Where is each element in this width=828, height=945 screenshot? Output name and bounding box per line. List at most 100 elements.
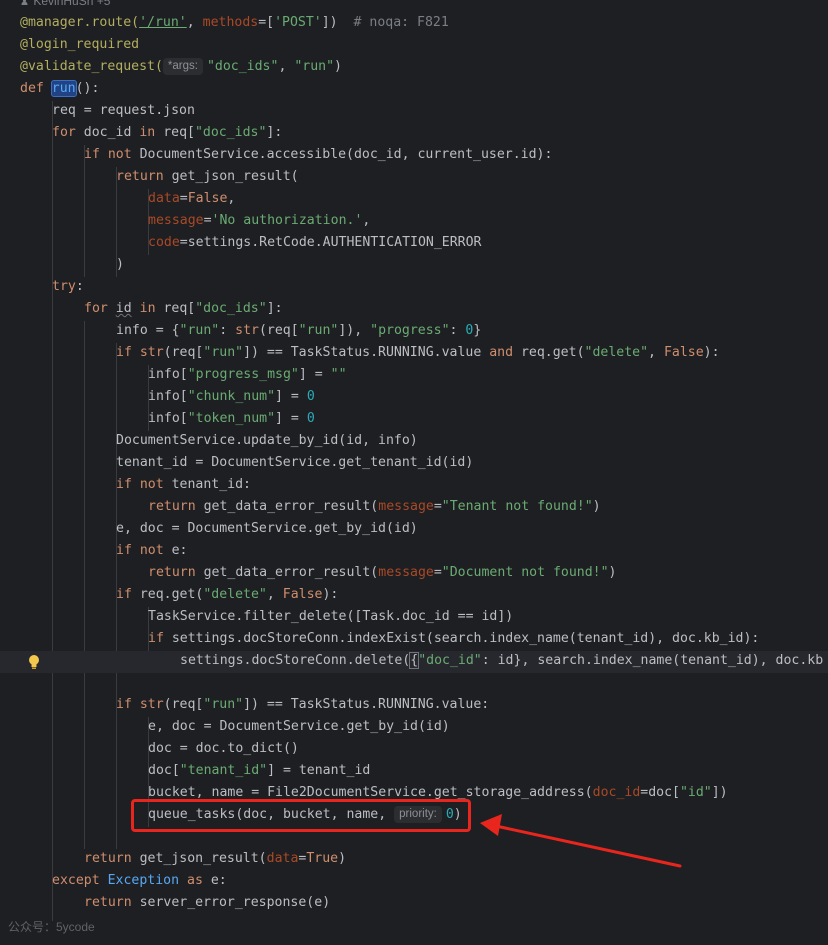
code-token: ]) == TaskStatus.RUNNING.value: <box>243 697 490 712</box>
code-token: (req[ <box>258 323 299 338</box>
code-line[interactable]: info["progress_msg"] = "" <box>148 364 347 386</box>
code-line[interactable]: return get_data_error_result(message="Do… <box>148 562 616 584</box>
code-token: "tenant_id" <box>179 763 268 778</box>
code-line[interactable]: data=False, <box>148 188 235 210</box>
code-token: info = { <box>116 323 180 338</box>
author-hint[interactable]: ♟ KevinHuSh +5 <box>20 0 110 10</box>
code-line[interactable]: e, doc = DocumentService.get_by_id(id) <box>148 716 450 738</box>
code-token: ]) <box>711 785 728 800</box>
code-token: DocumentService.update_by_id(id, info) <box>116 433 418 448</box>
code-line[interactable]: if req.get("delete", False): <box>116 584 338 606</box>
code-line[interactable]: @validate_request(*args: "doc_ids", "run"… <box>20 56 342 78</box>
code-token: settings.docStoreConn.indexExist(search.… <box>163 631 760 646</box>
code-token: 'POST' <box>274 15 322 30</box>
code-line[interactable]: TaskService.filter_delete([Task.doc_id =… <box>148 606 513 628</box>
code-line[interactable]: return get_json_result( <box>116 166 299 188</box>
code-line[interactable]: e, doc = DocumentService.get_by_id(id) <box>116 518 418 540</box>
code-token: : <box>219 323 236 338</box>
code-line[interactable]: if settings.docStoreConn.indexExist(sear… <box>148 628 759 650</box>
code-line[interactable]: for id in req["doc_ids"]: <box>84 298 283 320</box>
code-token: req[ <box>155 301 196 316</box>
code-token: } <box>473 323 482 338</box>
code-token: "doc_ids" <box>195 301 267 316</box>
code-token: message <box>148 213 204 228</box>
code-token: doc_id <box>75 125 140 140</box>
code-token: "Document not found!" <box>441 565 609 580</box>
code-line[interactable]: for doc_id in req["doc_ids"]: <box>52 122 282 144</box>
code-token: info[ <box>148 367 188 382</box>
code-token: "token_num" <box>187 411 276 426</box>
code-token: return <box>116 169 164 184</box>
code-token: server_error_response(e) <box>131 895 331 910</box>
code-token: = <box>433 499 442 514</box>
code-line[interactable]: if str(req["run"]) == TaskStatus.RUNNING… <box>116 342 720 364</box>
code-token: "Tenant not found!" <box>441 499 593 514</box>
code-token: "delete" <box>584 345 649 360</box>
code-token: if not <box>116 477 164 492</box>
code-line[interactable]: return get_data_error_result(message="Te… <box>148 496 601 518</box>
code-token: for <box>52 125 76 140</box>
code-line[interactable]: return server_error_response(e) <box>84 892 330 914</box>
code-line[interactable]: if not tenant_id: <box>116 474 251 496</box>
code-line[interactable]: message='No authorization.', <box>148 210 370 232</box>
code-token: , <box>362 213 371 228</box>
code-token: "doc_id" <box>418 653 482 668</box>
code-line[interactable]: code=settings.RetCode.AUTHENTICATION_ERR… <box>148 232 481 254</box>
code-token: tenant_id: <box>163 477 251 492</box>
code-line[interactable]: doc["tenant_id"] = tenant_id <box>148 760 370 782</box>
code-line[interactable]: DocumentService.update_by_id(id, info) <box>116 430 418 452</box>
code-token: str <box>235 323 259 338</box>
code-line[interactable]: req = request.json <box>52 100 195 122</box>
code-token: Exception <box>107 873 180 888</box>
code-line[interactable]: info["chunk_num"] = 0 <box>148 386 315 408</box>
code-line[interactable]: @login_required <box>20 34 139 56</box>
code-token: "run" <box>294 59 335 74</box>
code-line[interactable]: @manager.route('/run', methods=['POST'])… <box>20 12 449 34</box>
code-token: 'No authorization.' <box>211 213 363 228</box>
code-line[interactable]: tenant_id = DocumentService.get_tenant_i… <box>116 452 473 474</box>
code-line[interactable]: if not e: <box>116 540 187 562</box>
code-token: , <box>278 59 295 74</box>
code-token: as <box>187 873 203 888</box>
red-highlight-box <box>131 799 471 832</box>
code-editor[interactable]: ♟ KevinHuSh +5 @manager.route('/run', me… <box>0 0 828 945</box>
code-line[interactable]: return get_json_result(data=True) <box>84 848 346 870</box>
code-token: if <box>116 345 132 360</box>
code-token: get_data_error_result( <box>195 499 379 514</box>
code-line[interactable]: try: <box>52 276 84 298</box>
code-line[interactable]: if not DocumentService.accessible(doc_id… <box>84 144 552 166</box>
code-token: False <box>663 345 704 360</box>
code-token: ]: <box>266 125 283 140</box>
code-token: , search.index_name(tenant_id), doc.kb <box>521 653 824 668</box>
lightbulb-icon[interactable] <box>26 653 42 671</box>
code-token: data <box>266 851 299 866</box>
code-token: e: <box>163 543 188 558</box>
code-token: doc[ <box>148 763 180 778</box>
function-name-highlighted[interactable]: run <box>50 80 77 97</box>
code-token: return <box>148 565 196 580</box>
code-token: message <box>378 565 434 580</box>
code-line[interactable]: info = {"run": str(req["run"]), "progres… <box>116 320 481 342</box>
code-token: '/run' <box>139 15 187 30</box>
code-line[interactable]: if str(req["run"]) == TaskStatus.RUNNING… <box>116 694 489 716</box>
code-token: e, doc = DocumentService.get_by_id(id) <box>116 521 418 536</box>
code-line[interactable]: except Exception as e: <box>52 870 227 892</box>
code-token: in <box>139 125 156 140</box>
code-token: ]: <box>266 301 283 316</box>
code-token: "" <box>330 367 347 382</box>
code-line[interactable]: ) <box>116 254 124 276</box>
code-line[interactable]: settings.docStoreConn.delete({"doc_id": … <box>180 650 823 672</box>
code-token: False <box>187 191 228 206</box>
code-line[interactable]: def run(): <box>20 78 99 100</box>
parameter-hint: *args: <box>162 58 203 75</box>
code-token: "chunk_num" <box>187 389 276 404</box>
code-token: e: <box>202 873 227 888</box>
code-line[interactable]: info["token_num"] = 0 <box>148 408 315 430</box>
code-token: req = request.json <box>52 103 195 118</box>
code-line[interactable]: doc = doc.to_dict() <box>148 738 299 760</box>
code-token: 0 <box>306 389 315 404</box>
code-token: ): <box>322 587 339 602</box>
code-token: = <box>203 213 212 228</box>
